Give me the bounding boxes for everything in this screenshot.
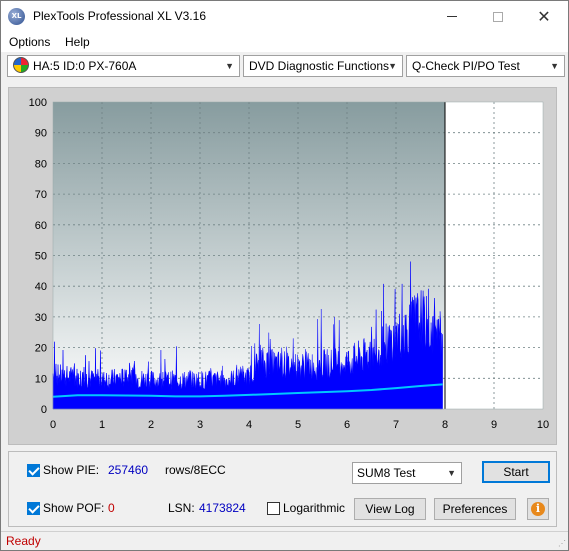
status-text: Ready — [6, 534, 41, 548]
view-log-button[interactable]: View Log — [354, 498, 426, 520]
start-button-label: Start — [503, 465, 529, 479]
function-select[interactable]: DVD Diagnostic Functions ▼ — [243, 55, 403, 77]
y-tick-label: 20 — [35, 343, 47, 355]
menu-bar: Options Help — [1, 32, 568, 52]
x-tick-label: 3 — [197, 419, 203, 431]
app-window: XL PlexTools Professional XL V3.16 ✕ Opt… — [0, 0, 569, 551]
info-icon: i — [531, 502, 545, 516]
y-tick-label: 60 — [35, 220, 47, 232]
logarithmic-checkbox[interactable] — [267, 502, 280, 515]
info-button[interactable]: i — [527, 498, 549, 520]
minimize-icon — [447, 16, 457, 17]
test-select-value: Q-Check PI/PO Test — [412, 59, 520, 73]
chevron-down-icon: ▼ — [447, 468, 456, 478]
x-tick-label: 7 — [393, 419, 399, 431]
app-logo-icon: XL — [8, 8, 25, 25]
x-tick-label: 5 — [295, 419, 301, 431]
x-tick-label: 0 — [50, 419, 56, 431]
drive-select-value: HA:5 ID:0 PX-760A — [33, 59, 137, 73]
x-tick-label: 9 — [491, 419, 497, 431]
minimize-button[interactable] — [429, 1, 475, 32]
close-button[interactable]: ✕ — [521, 1, 567, 32]
lsn-label: LSN: — [168, 501, 195, 515]
title-bar: XL PlexTools Professional XL V3.16 ✕ — [1, 1, 568, 32]
start-button[interactable]: Start — [482, 461, 550, 483]
test-mode-value: SUM8 Test — [357, 466, 416, 480]
menu-options[interactable]: Options — [9, 35, 50, 49]
x-tick-label: 10 — [537, 419, 549, 431]
view-log-button-label: View Log — [365, 502, 415, 516]
drive-select[interactable]: HA:5 ID:0 PX-760A ▼ — [7, 55, 240, 77]
y-tick-label: 90 — [35, 128, 47, 140]
x-tick-label: 4 — [246, 419, 252, 431]
test-mode-select[interactable]: SUM8 Test ▼ — [352, 462, 462, 484]
drive-icon — [13, 57, 29, 73]
pof-value: 0 — [108, 501, 115, 515]
test-select[interactable]: Q-Check PI/PO Test ▼ — [406, 55, 565, 77]
y-tick-label: 30 — [35, 312, 47, 324]
y-tick-label: 10 — [35, 373, 47, 385]
function-select-value: DVD Diagnostic Functions — [249, 59, 390, 73]
x-tick-label: 8 — [442, 419, 448, 431]
lsn-value: 4173824 — [199, 501, 246, 515]
y-tick-label: 100 — [29, 97, 47, 109]
preferences-button-label: Preferences — [442, 502, 508, 516]
y-tick-label: 70 — [35, 189, 47, 201]
show-pof-label: Show POF: — [43, 501, 105, 515]
pie-unit: rows/8ECC — [165, 463, 226, 477]
y-tick-label: 80 — [35, 158, 47, 170]
show-pof-checkbox[interactable] — [27, 502, 40, 515]
status-bar: Ready ⋰ — [1, 531, 568, 550]
preferences-button[interactable]: Preferences — [434, 498, 516, 520]
maximize-button[interactable] — [475, 1, 521, 32]
x-tick-label: 2 — [148, 419, 154, 431]
maximize-icon — [493, 11, 503, 22]
show-pie-checkbox[interactable] — [27, 464, 40, 477]
y-tick-label: 50 — [35, 251, 47, 263]
y-tick-label: 40 — [35, 281, 47, 293]
pi-po-chart: 0 10 20 30 40 50 60 70 80 90 100 0 1 2 3 4 5 6 7 8 9 10 — [29, 97, 549, 431]
chevron-down-icon: ▼ — [550, 61, 559, 71]
logarithmic-label: Logarithmic — [283, 501, 346, 515]
menu-help[interactable]: Help — [65, 35, 90, 49]
resize-grip-icon[interactable]: ⋰ — [558, 539, 566, 548]
chevron-down-icon: ▼ — [388, 61, 397, 71]
pie-value: 257460 — [108, 463, 149, 477]
x-tick-label: 6 — [344, 419, 350, 431]
window-title: PlexTools Professional XL V3.16 — [33, 9, 206, 23]
y-tick-label: 0 — [41, 404, 47, 416]
x-tick-label: 1 — [99, 419, 105, 431]
show-pie-label: Show PIE: — [43, 463, 100, 477]
chevron-down-icon: ▼ — [225, 61, 234, 71]
close-icon: ✕ — [537, 8, 551, 26]
